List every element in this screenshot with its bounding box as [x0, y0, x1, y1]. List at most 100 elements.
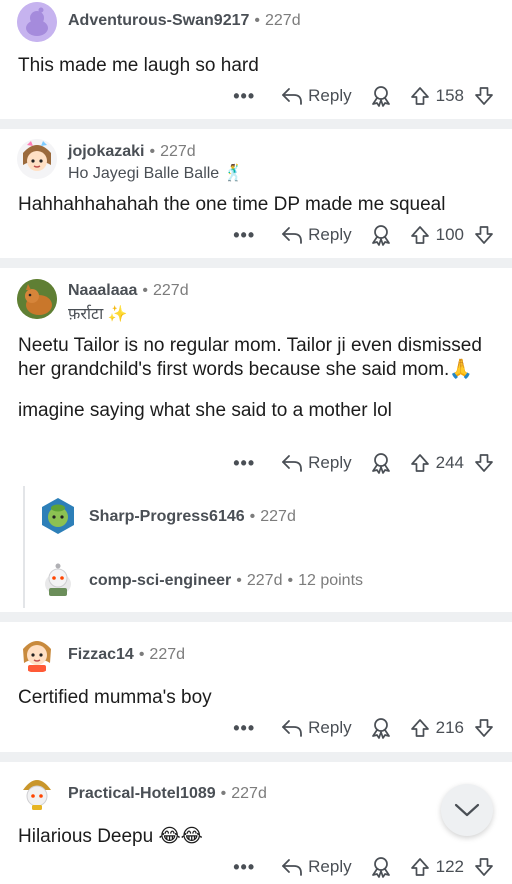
reply-arrow-icon	[282, 227, 303, 244]
award-icon	[371, 718, 390, 739]
comment-separator	[0, 752, 512, 762]
avatar[interactable]	[17, 279, 57, 319]
avatar[interactable]	[17, 772, 57, 812]
upvote-button[interactable]	[410, 225, 430, 245]
user-flair: Ho Jayegi Balle Balle 🕺	[68, 165, 244, 182]
username[interactable]: Fizzac14	[68, 646, 134, 663]
reply-label: Reply	[308, 718, 352, 737]
downvote-button[interactable]	[474, 718, 494, 738]
avatar[interactable]	[17, 139, 57, 179]
comment-actions: ••• Reply 216	[233, 714, 494, 742]
more-options-button[interactable]: •••	[233, 86, 255, 107]
upvote-button[interactable]	[410, 453, 430, 473]
comment-actions: ••• Reply 100	[233, 221, 494, 249]
more-options-button[interactable]: •••	[233, 857, 255, 878]
downvote-button[interactable]	[474, 86, 494, 106]
upvote-button[interactable]	[410, 718, 430, 738]
avatar[interactable]	[38, 496, 78, 536]
reply-arrow-icon	[282, 720, 303, 737]
comment-meta: Naaalaaa • 227d	[68, 282, 189, 299]
reply-button[interactable]: Reply	[281, 718, 352, 738]
comment-age: 227d	[260, 508, 296, 525]
award-icon	[371, 453, 390, 474]
award-icon	[371, 86, 390, 107]
downvote-arrow-icon	[475, 226, 493, 244]
thread-line[interactable]	[23, 486, 25, 608]
award-button[interactable]	[370, 452, 392, 474]
more-options-button[interactable]: •••	[233, 718, 255, 739]
comment-actions: ••• Reply 122	[233, 853, 494, 881]
comment-actions: ••• Reply 244	[233, 449, 494, 477]
comment-text: imagine saying what she said to a mother…	[18, 400, 392, 421]
downvote-button[interactable]	[474, 225, 494, 245]
reply-points: 12 points	[298, 572, 364, 589]
reply-button[interactable]: Reply	[281, 86, 352, 106]
comment-separator	[0, 612, 512, 622]
upvote-arrow-icon	[410, 719, 429, 737]
comment-body: This made me laugh so hard	[18, 54, 498, 78]
downvote-button[interactable]	[474, 857, 494, 877]
comment-text: Neetu Tailor is no regular mom. Tailor j…	[18, 335, 482, 380]
username[interactable]: Practical-Hotel1089	[68, 785, 216, 802]
username[interactable]: Sharp-Progress6146	[89, 508, 245, 525]
comment-separator	[0, 258, 512, 268]
award-button[interactable]	[370, 717, 392, 739]
reply-label: Reply	[308, 225, 352, 244]
vote-score: 158	[435, 86, 464, 105]
comment-meta: jojokazaki • 227d	[68, 143, 196, 160]
reply-label: Reply	[308, 453, 352, 472]
vote-score: 216	[435, 718, 464, 737]
award-icon	[371, 225, 390, 246]
award-button[interactable]	[370, 224, 392, 246]
scroll-next-comment-button[interactable]	[441, 784, 493, 836]
comment-meta: Fizzac14 • 227d	[68, 646, 186, 663]
comment-age: 227d	[149, 646, 186, 663]
reply-label: Reply	[308, 857, 352, 876]
upvote-arrow-icon	[410, 226, 429, 244]
username[interactable]: comp-sci-engineer	[89, 572, 231, 589]
comment: Adventurous-Swan9217 • 227d This made me l…	[0, 0, 512, 119]
upvote-button[interactable]	[410, 86, 430, 106]
reply-label: Reply	[308, 86, 352, 105]
chevron-down-icon	[454, 803, 480, 817]
comment-age: 227d	[231, 785, 267, 802]
award-button[interactable]	[370, 85, 392, 107]
downvote-arrow-icon	[475, 454, 493, 472]
comment-body: Hahhahhahahah the one time DP made me sq…	[18, 193, 498, 217]
comment-meta: Adventurous-Swan9217 • 227d	[68, 12, 301, 29]
upvote-button[interactable]	[410, 857, 430, 877]
username[interactable]: Naaalaaa	[68, 282, 137, 299]
comment-body: Neetu Tailor is no regular mom. Tailor j…	[18, 334, 498, 423]
comment-text: This made me laugh so hard	[18, 55, 259, 76]
comment-age: 227d	[153, 282, 189, 299]
downvote-arrow-icon	[475, 719, 493, 737]
downvote-button[interactable]	[474, 453, 494, 473]
avatar[interactable]	[17, 2, 57, 42]
vote-score: 122	[435, 857, 464, 876]
downvote-arrow-icon	[475, 858, 493, 876]
comment-age: 227d	[265, 12, 301, 29]
username[interactable]: jojokazaki	[68, 143, 144, 160]
upvote-arrow-icon	[410, 87, 429, 105]
more-options-button[interactable]: •••	[233, 453, 255, 474]
reply-button[interactable]: Reply	[281, 857, 352, 877]
reply-arrow-icon	[282, 455, 303, 472]
comment-age: 227d	[246, 572, 283, 589]
vote-score: 244	[435, 453, 464, 472]
user-flair: फ़र्राटा ✨	[68, 306, 128, 323]
comment-meta: Practical-Hotel1089 • 227d	[68, 785, 267, 802]
comment: jojokazaki • 227d Ho Jayegi Balle Balle 🕺 …	[0, 129, 512, 258]
reply-button[interactable]: Reply	[281, 225, 352, 245]
comment: Fizzac14 • 227d Certified mumma's boy ••• …	[0, 622, 512, 752]
comment-text: Hilarious Deepu 😂😂	[18, 826, 203, 847]
award-icon	[371, 857, 390, 878]
reply-button[interactable]: Reply	[281, 453, 352, 473]
downvote-arrow-icon	[475, 87, 493, 105]
avatar[interactable]	[17, 633, 57, 673]
reply-meta: comp-sci-engineer • 227d • 12 points	[89, 572, 364, 589]
username[interactable]: Adventurous-Swan9217	[68, 12, 249, 29]
avatar[interactable]	[38, 560, 78, 600]
vote-score: 100	[435, 225, 464, 244]
more-options-button[interactable]: •••	[233, 225, 255, 246]
award-button[interactable]	[370, 856, 392, 878]
